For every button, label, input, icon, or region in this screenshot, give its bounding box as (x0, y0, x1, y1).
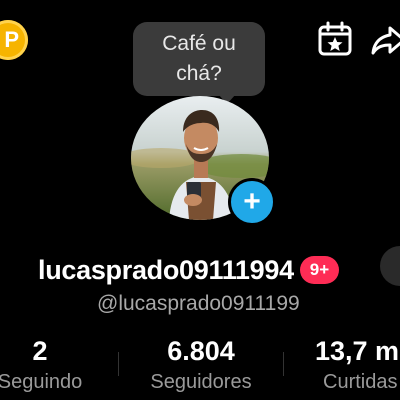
profile-screen: P Café ou chá? + lucasprado09111994 9+ @… (0, 0, 400, 400)
user-handle: @lucasprado0911199 (97, 292, 300, 315)
username-row: lucasprado09111994 9+ (38, 252, 340, 288)
stat-followers-label: Seguidores (150, 371, 252, 393)
username: lucasprado09111994 (38, 254, 294, 285)
coin-badge-letter: P (4, 27, 19, 52)
tooltip-bubble[interactable]: Café ou chá? (133, 22, 265, 96)
stat-following[interactable]: 2 Seguindo (0, 336, 100, 396)
notification-badge[interactable]: 9+ (299, 256, 340, 284)
share-arrow-icon[interactable] (370, 22, 400, 58)
tooltip-line-2: chá? (176, 62, 222, 85)
calendar-star-icon[interactable] (316, 20, 354, 58)
stat-followers[interactable]: 6.804 Seguidores (138, 336, 264, 396)
stat-likes-value: 13,7 m (315, 336, 400, 366)
tooltip-line-1: Café ou (162, 32, 236, 55)
side-circle-button[interactable] (380, 246, 400, 286)
stat-followers-value: 6.804 (167, 336, 235, 366)
stat-following-label: Seguindo (0, 371, 83, 393)
coin-badge[interactable]: P (0, 20, 28, 60)
stat-likes[interactable]: 13,7 m Curtidas (305, 336, 400, 396)
stat-divider (118, 352, 119, 376)
stat-divider (283, 352, 284, 376)
plus-icon: + (243, 185, 261, 218)
add-friend-button[interactable]: + (228, 178, 276, 226)
stat-following-value: 2 (32, 336, 48, 366)
stat-likes-label: Curtidas (323, 371, 398, 393)
